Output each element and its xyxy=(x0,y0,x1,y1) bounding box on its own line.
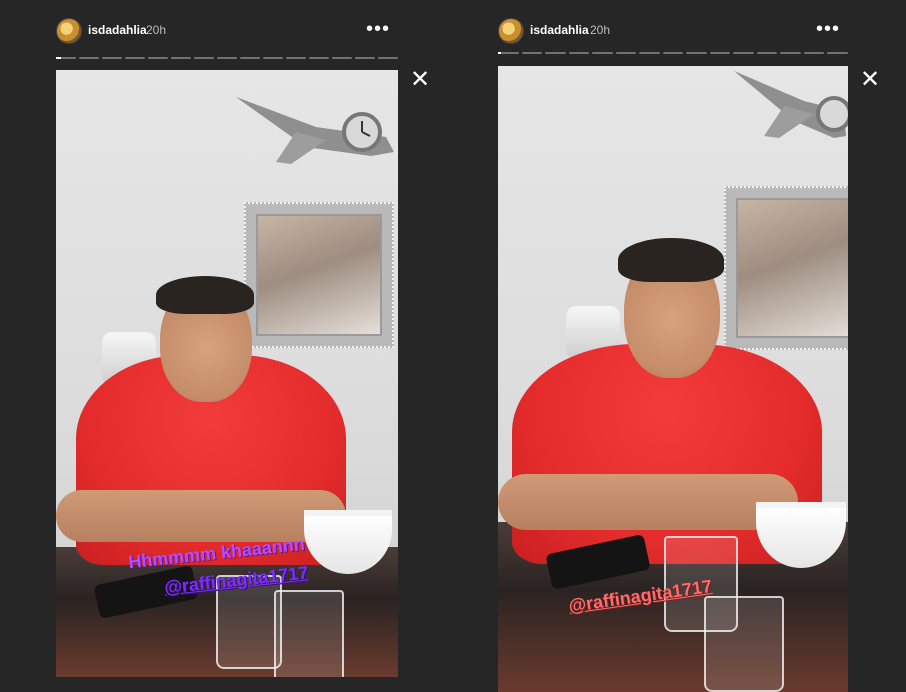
progress-segment xyxy=(240,57,260,59)
progress-segment xyxy=(56,57,76,59)
story-media[interactable]: @raffinagita1717 xyxy=(498,66,848,692)
progress-segment xyxy=(709,52,731,54)
close-icon[interactable]: ✕ xyxy=(410,68,430,92)
progress-segment xyxy=(733,52,754,54)
username[interactable]: isdadahlia xyxy=(88,23,147,37)
more-options-icon[interactable]: ••• xyxy=(816,19,840,39)
hair xyxy=(156,276,254,314)
progress-segment xyxy=(378,57,398,59)
progress-segment xyxy=(309,57,329,59)
avatar[interactable] xyxy=(56,18,82,44)
timestamp: 20h xyxy=(590,23,611,37)
progress-segment xyxy=(568,52,590,54)
progress-segment xyxy=(639,52,660,54)
progress-segment xyxy=(498,52,519,54)
glass xyxy=(704,596,784,692)
story-progress xyxy=(56,57,398,59)
story-media[interactable]: Hhmmmm khaaannn @raffinagita1717 xyxy=(56,70,398,677)
progress-segment xyxy=(827,52,848,54)
progress-segment xyxy=(148,57,168,59)
close-icon[interactable]: ✕ xyxy=(860,68,880,92)
hair xyxy=(618,238,724,282)
mirror xyxy=(724,186,848,350)
progress-segment xyxy=(217,57,237,59)
progress-segment xyxy=(780,52,801,54)
avatar[interactable] xyxy=(498,18,524,44)
progress-segment xyxy=(662,52,684,54)
progress-segment xyxy=(194,57,214,59)
progress-segment xyxy=(686,52,707,54)
progress-segment xyxy=(263,57,283,59)
airplane-clock-decor xyxy=(236,97,394,164)
progress-segment xyxy=(803,52,825,54)
arms xyxy=(498,474,798,530)
progress-segment xyxy=(592,52,613,54)
progress-segment xyxy=(521,52,543,54)
progress-segment xyxy=(756,52,778,54)
timestamp: 20h xyxy=(146,23,167,37)
username[interactable]: isdadahlia xyxy=(530,23,589,37)
progress-segment xyxy=(355,57,375,59)
story-header: isdadahlia 20h ••• xyxy=(56,18,398,44)
progress-segment xyxy=(171,57,191,59)
progress-segment xyxy=(125,57,145,59)
progress-segment xyxy=(332,57,352,59)
more-options-icon[interactable]: ••• xyxy=(366,19,390,39)
progress-segment xyxy=(102,57,122,59)
mirror xyxy=(244,202,394,348)
progress-segment xyxy=(545,52,566,54)
story-header: isdadahlia 20h ••• xyxy=(498,18,848,44)
progress-segment xyxy=(615,52,637,54)
airplane-clock-decor xyxy=(734,71,848,138)
story-progress xyxy=(498,52,848,54)
progress-segment xyxy=(79,57,99,59)
progress-segment xyxy=(286,57,306,59)
glass xyxy=(274,590,344,677)
